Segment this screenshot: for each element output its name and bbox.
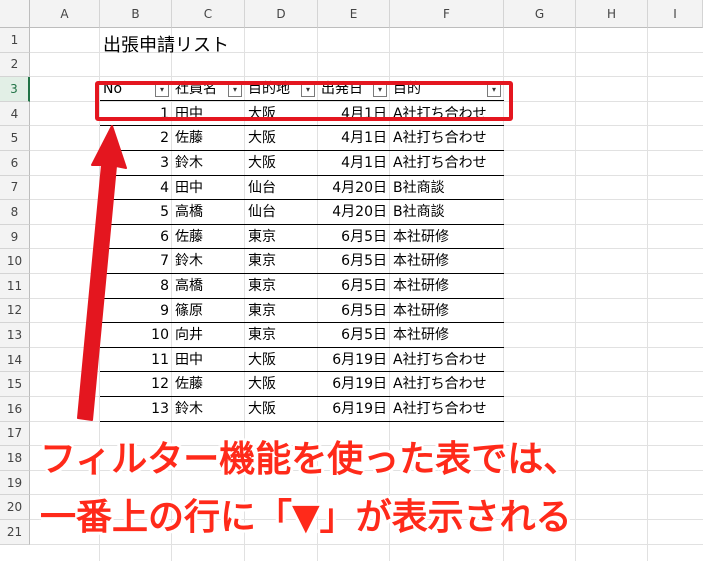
caption-line-2: 一番上の行に「▼」が表示される [40, 497, 572, 538]
spreadsheet: ABCDEFGHI 1 2 3 4 5 6 7 8 9 10 11 12 13 14 15 16 17 18 19 2… [0, 0, 703, 561]
red-arrow-icon [77, 125, 127, 421]
header-highlight-box [95, 81, 513, 121]
caption-line-1: フィルター機能を使った表では、 [40, 439, 580, 480]
